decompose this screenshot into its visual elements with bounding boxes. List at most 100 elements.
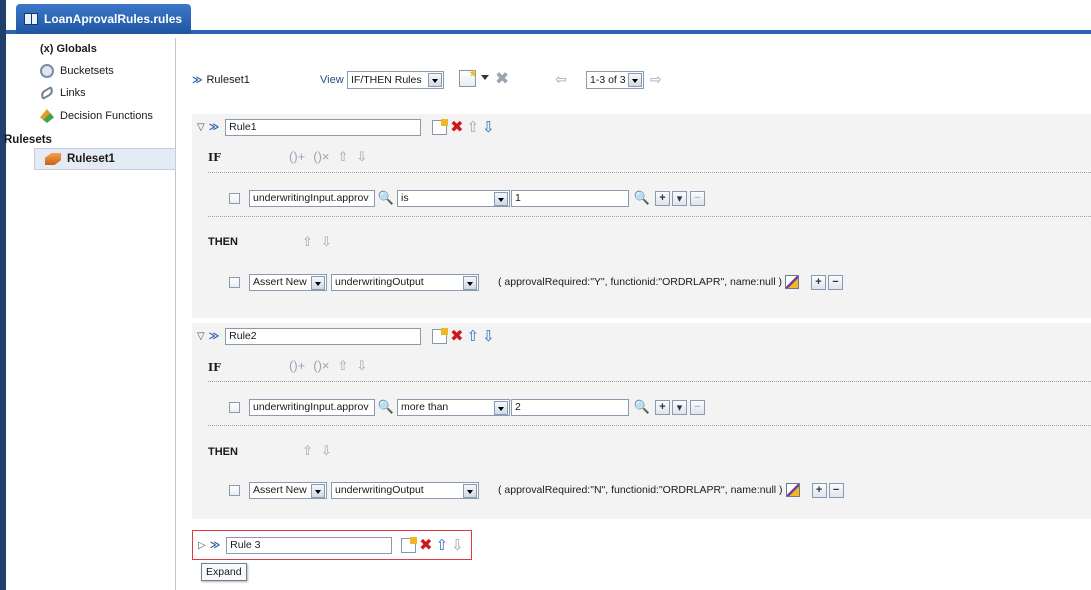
pager-select[interactable]: 1-3 of 3 <box>586 71 644 89</box>
chevron-down-icon[interactable] <box>311 275 325 290</box>
chevron-down-icon[interactable] <box>494 400 508 415</box>
file-tab[interactable]: LoanAprovalRules.rules <box>16 4 191 34</box>
chevron-down-icon[interactable] <box>628 73 642 87</box>
condition-left-input[interactable]: underwritingInput.approv <box>249 189 375 207</box>
links-icon <box>38 86 56 100</box>
condition-right-input[interactable]: 2 <box>511 398 629 416</box>
add-rule-icon[interactable] <box>459 70 476 87</box>
rule-name-input[interactable]: Rule2 <box>225 327 422 345</box>
move-down-icon[interactable]: ⇩ <box>321 443 332 459</box>
collapse-chevron-icon[interactable]: ≫ <box>209 331 219 342</box>
condition-checkbox[interactable] <box>229 401 240 413</box>
condition-left-input[interactable]: underwritingInput.approv <box>249 398 375 416</box>
remove-action-button[interactable]: − <box>827 274 843 290</box>
remove-test-icon[interactable]: ()× <box>313 149 329 165</box>
rule-name-input[interactable]: Rule 3 <box>226 536 393 554</box>
search-icon[interactable]: 🔍 <box>377 399 395 415</box>
rules-file-icon <box>24 13 38 25</box>
chevron-down-icon[interactable] <box>463 275 477 290</box>
move-up-icon[interactable]: ⇧ <box>338 149 349 165</box>
then-keyword: THEN <box>208 446 238 458</box>
remove-action-button[interactable]: − <box>828 482 844 498</box>
sidebar-item-label: (x) Globals <box>40 43 97 55</box>
rules-editor: ≫ Ruleset1 View IF/THEN Rules ✖ ⇦ 1-3 of… <box>177 38 1091 590</box>
expand-triangle-icon[interactable]: ▷ <box>198 540 206 551</box>
add-action-button[interactable]: + <box>811 482 827 498</box>
move-down-icon[interactable]: ⇩ <box>482 329 495 344</box>
delete-rule-icon[interactable]: ✖ <box>450 119 463 135</box>
move-up-icon[interactable]: ⇧ <box>302 443 313 459</box>
add-action-button[interactable]: + <box>810 274 826 290</box>
delete-rule-icon[interactable]: ✖ <box>419 537 432 553</box>
sidebar-item-links[interactable]: Links <box>38 84 86 102</box>
action-target-value: underwritingOutput <box>335 484 424 496</box>
new-rule-icon[interactable] <box>401 536 418 553</box>
collapse-chevron-icon[interactable]: ≫ <box>192 75 202 86</box>
collapse-triangle-icon[interactable]: ▽ <box>197 122 205 133</box>
ruleset-icon <box>45 153 61 165</box>
move-up-icon[interactable]: ⇧ <box>302 234 313 250</box>
action-target-select[interactable]: underwritingOutput <box>331 273 479 291</box>
operator-select[interactable]: more than <box>397 398 510 416</box>
add-test-icon[interactable]: ()+ <box>289 358 305 374</box>
sidebar-item-decision-functions[interactable]: Decision Functions <box>40 107 153 125</box>
condition-right-input[interactable]: 1 <box>511 189 629 207</box>
search-icon[interactable]: 🔍 <box>377 190 395 206</box>
divider <box>208 216 1091 217</box>
operator-select[interactable]: is <box>397 189 510 207</box>
sidebar-item-ruleset1[interactable]: Ruleset1 <box>34 148 176 170</box>
if-tools: ()+ ()× ⇧ ⇩ <box>289 149 367 165</box>
condition-checkbox[interactable] <box>229 192 240 204</box>
collapse-chevron-icon[interactable]: ≫ <box>210 540 220 551</box>
collapse-chevron-icon[interactable]: ≫ <box>209 122 219 133</box>
action-type-select[interactable]: Assert New <box>249 273 327 291</box>
add-condition-button[interactable]: + <box>655 190 670 206</box>
move-up-icon[interactable]: ⇧ <box>338 358 349 374</box>
rule-name-input[interactable]: Rule1 <box>225 118 422 136</box>
chevron-down-icon[interactable] <box>494 191 508 206</box>
action-checkbox[interactable] <box>229 276 240 288</box>
delete-rule-icon[interactable]: ✖ <box>450 328 463 344</box>
chevron-down-icon[interactable] <box>428 73 442 87</box>
then-tools: ⇧ ⇩ <box>302 234 332 250</box>
action-row: Assert New underwritingOutput ( approval… <box>229 481 844 499</box>
move-down-icon[interactable]: ⇩ <box>356 149 367 165</box>
rule-header: ▽ ≫ Rule1 ✖ ⇧ ⇩ <box>197 118 495 136</box>
condition-menu-button[interactable]: ▾ <box>672 190 687 206</box>
move-up-icon[interactable]: ⇧ <box>467 120 480 135</box>
next-icon[interactable]: ⇨ <box>650 72 662 86</box>
move-down-icon[interactable]: ⇩ <box>451 538 464 553</box>
action-target-value: underwritingOutput <box>335 276 424 288</box>
move-down-icon[interactable]: ⇩ <box>482 120 495 135</box>
collapse-triangle-icon[interactable]: ▽ <box>197 331 205 342</box>
if-keyword: IF <box>208 361 221 374</box>
pager-value: 1-3 of 3 <box>590 74 626 86</box>
remove-condition-button[interactable]: − <box>690 190 705 206</box>
action-type-select[interactable]: Assert New <box>249 481 327 499</box>
view-select[interactable]: IF/THEN Rules <box>347 71 444 89</box>
remove-condition-button[interactable]: − <box>690 399 705 415</box>
add-menu-caret-icon[interactable] <box>481 75 489 80</box>
condition-menu-button[interactable]: ▾ <box>672 399 687 415</box>
add-test-icon[interactable]: ()+ <box>289 149 305 165</box>
sidebar-item-globals[interactable]: (x) Globals <box>40 40 97 58</box>
action-target-select[interactable]: underwritingOutput <box>331 481 479 499</box>
search-icon[interactable]: 🔍 <box>633 190 651 206</box>
remove-test-icon[interactable]: ()× <box>313 358 329 374</box>
move-up-icon[interactable]: ⇧ <box>436 538 449 553</box>
sidebar-item-bucketsets[interactable]: Bucketsets <box>40 62 114 80</box>
move-down-icon[interactable]: ⇩ <box>321 234 332 250</box>
move-up-icon[interactable]: ⇧ <box>467 329 480 344</box>
add-condition-button[interactable]: + <box>655 399 670 415</box>
new-rule-icon[interactable] <box>432 118 449 135</box>
delete-icon[interactable]: ✖ <box>495 70 509 87</box>
search-icon[interactable]: 🔍 <box>633 399 651 415</box>
chevron-down-icon[interactable] <box>463 483 477 498</box>
edit-params-icon[interactable] <box>784 275 799 289</box>
previous-icon[interactable]: ⇦ <box>555 72 567 86</box>
move-down-icon[interactable]: ⇩ <box>356 358 367 374</box>
action-checkbox[interactable] <box>229 484 240 496</box>
new-rule-icon[interactable] <box>432 327 449 344</box>
edit-params-icon[interactable] <box>785 483 800 497</box>
chevron-down-icon[interactable] <box>311 483 325 498</box>
